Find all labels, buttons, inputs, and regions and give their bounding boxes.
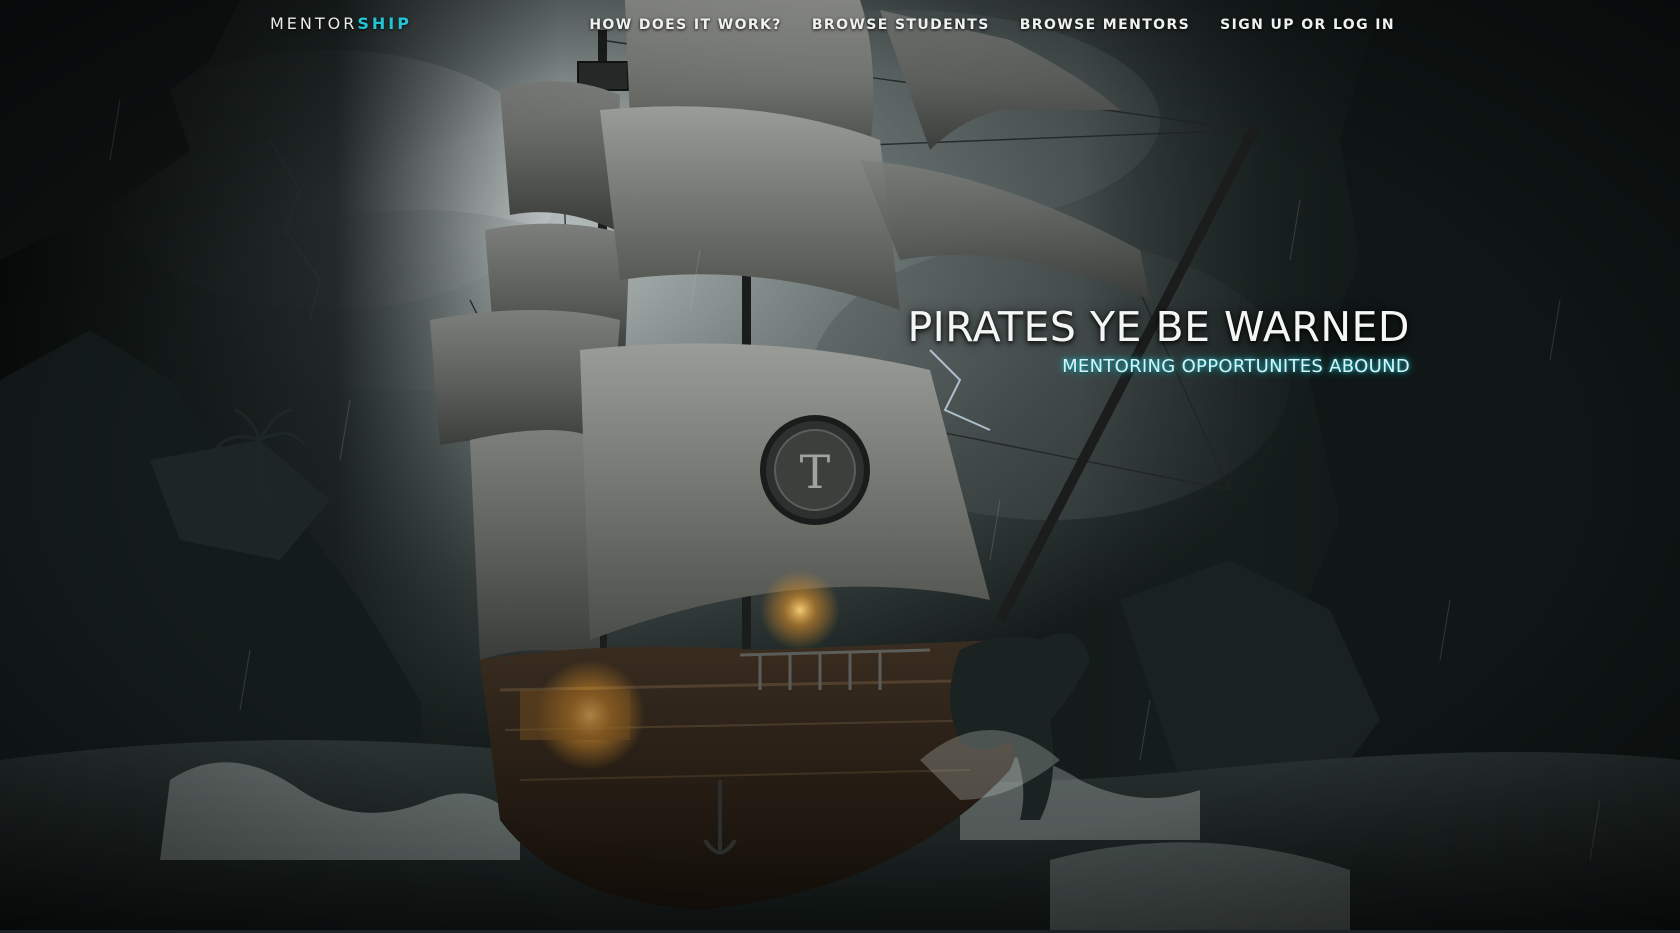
brand-name-main: MENTOR xyxy=(270,14,358,33)
hero-headline-block: PIRATES YE BE WARNED MENTORING OPPORTUNI… xyxy=(907,303,1410,378)
top-navbar: MENTORSHIP HOW DOES IT WORK? BROWSE STUD… xyxy=(0,0,1680,52)
brand-name-accent: SHIP xyxy=(357,14,412,33)
landing-page: T xyxy=(0,0,1680,933)
nav-browse-mentors[interactable]: BROWSE MENTORS xyxy=(1020,17,1190,33)
nav-how-does-it-work[interactable]: HOW DOES IT WORK? xyxy=(589,17,782,33)
nav-browse-students[interactable]: BROWSE STUDENTS xyxy=(812,17,990,33)
brand-logo[interactable]: MENTORSHIP xyxy=(270,14,412,33)
hero-background-image: T xyxy=(0,0,1680,933)
hero-title: PIRATES YE BE WARNED xyxy=(907,303,1410,351)
nav-sign-up-or-log-in[interactable]: SIGN UP OR LOG IN xyxy=(1220,17,1395,33)
hero-subtitle: MENTORING OPPORTUNITES ABOUND xyxy=(1062,356,1410,378)
nav-menu: HOW DOES IT WORK? BROWSE STUDENTS BROWSE… xyxy=(589,17,1395,33)
